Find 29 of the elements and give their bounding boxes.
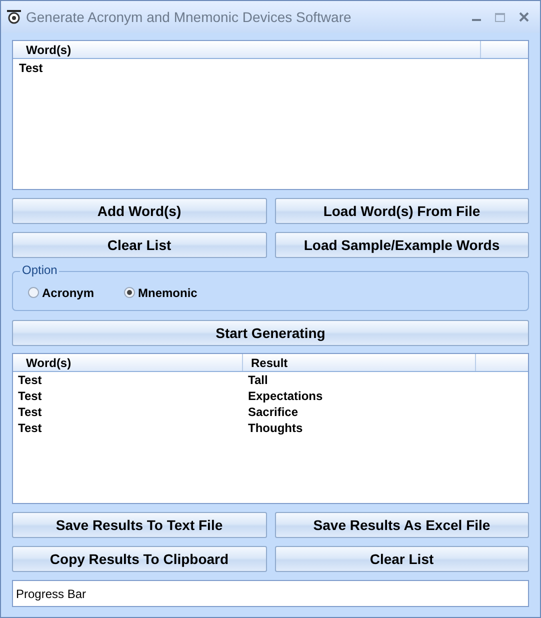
action-button[interactable]: Copy Results To Clipboard xyxy=(12,546,266,572)
radio-option[interactable]: Mnemonic xyxy=(124,284,198,302)
table-cell-text: Tall xyxy=(247,372,268,388)
action-button[interactable]: Save Results As Excel File xyxy=(274,512,529,538)
action-button[interactable]: Start Generating xyxy=(12,320,529,346)
table-cell-text: Test xyxy=(17,372,43,388)
column-header[interactable]: Result xyxy=(243,354,476,371)
radio-option[interactable]: Acronym xyxy=(28,284,94,302)
action-button[interactable]: Clear List xyxy=(12,232,266,258)
action-button[interactable]: Load Word(s) From File xyxy=(274,198,529,224)
word-list[interactable]: Word(s) Test xyxy=(12,40,529,190)
group-label: Option xyxy=(20,263,60,277)
window-title: Generate Acronym and Mnemonic Devices Software xyxy=(26,8,352,27)
app-icon xyxy=(6,9,22,25)
table-cell-text: Test xyxy=(17,388,43,404)
action-button[interactable]: Clear List xyxy=(274,546,529,572)
results-table[interactable]: Word(s) Result Test Tall Test Expectations Test Sacrifice Test Thoughts xyxy=(12,353,529,504)
close-icon[interactable] xyxy=(519,12,529,22)
action-button[interactable]: Save Results To Text File xyxy=(12,512,266,538)
table-cell-text: Thoughts xyxy=(247,420,303,436)
action-button[interactable]: Load Sample/Example Words xyxy=(274,232,529,258)
list-item[interactable]: Test xyxy=(13,60,528,76)
column-header[interactable]: Word(s) xyxy=(13,354,243,371)
maximize-icon[interactable] xyxy=(495,12,505,22)
table-cell-text: Sacrifice xyxy=(247,404,298,420)
table-cell-text: Test xyxy=(17,404,43,420)
table-cell-text: Expectations xyxy=(247,388,323,404)
action-button[interactable]: Add Word(s) xyxy=(12,198,266,224)
table-cell-text: Test xyxy=(17,420,43,436)
